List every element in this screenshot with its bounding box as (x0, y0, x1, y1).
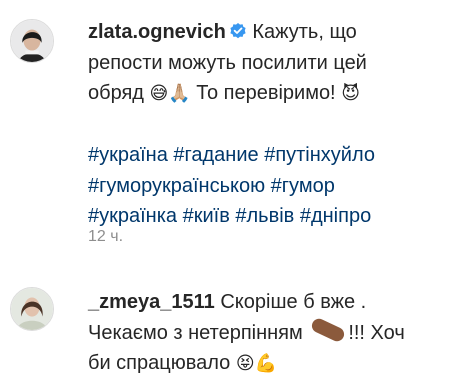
sweat-smile-pray-emoji-icon: 😅🙏🏼 (149, 83, 191, 104)
comment-body: zlata.ognevich Кажуть, що репости можуть… (88, 17, 438, 232)
hashtag-links[interactable]: #україна #гадание #путінхуйло (88, 144, 375, 166)
comment-body: _zmeya_1511 Скоріше б вже . Чекаємо з не… (88, 287, 438, 380)
tongue-flex-emoji-icon: 😝💪 (235, 353, 277, 374)
comment-text: Чекаємо з нетерпінням (88, 321, 309, 344)
comment-text: репости можуть посилити цей (88, 51, 367, 74)
comment-text: Скоріше б вже . (220, 291, 367, 313)
comment-username[interactable]: zlata.ognevich (88, 21, 226, 43)
avatar[interactable] (10, 287, 54, 331)
verified-badge-icon (229, 22, 247, 40)
hashtag-links[interactable]: #гуморукраїнською #гумор (88, 175, 335, 197)
sausage-emoji-icon (309, 315, 347, 344)
comment-text: обряд (88, 82, 150, 104)
comment-username[interactable]: _zmeya_1511 (88, 291, 215, 313)
comment-text: Кажуть, що (252, 21, 357, 43)
comment-text: То перевіримо! (190, 82, 342, 104)
hashtag-links[interactable]: #українка #київ #львів #дніпро (88, 205, 371, 227)
comment-text: би спрацювало (88, 352, 236, 374)
smiling-devil-emoji-icon: 😈 (341, 83, 360, 104)
avatar[interactable] (10, 19, 54, 63)
avatar-image (11, 288, 53, 330)
comment-timestamp[interactable]: 12 ч. (88, 228, 123, 246)
avatar-image (11, 20, 53, 62)
comment-text: !!! Хоч (348, 321, 405, 344)
